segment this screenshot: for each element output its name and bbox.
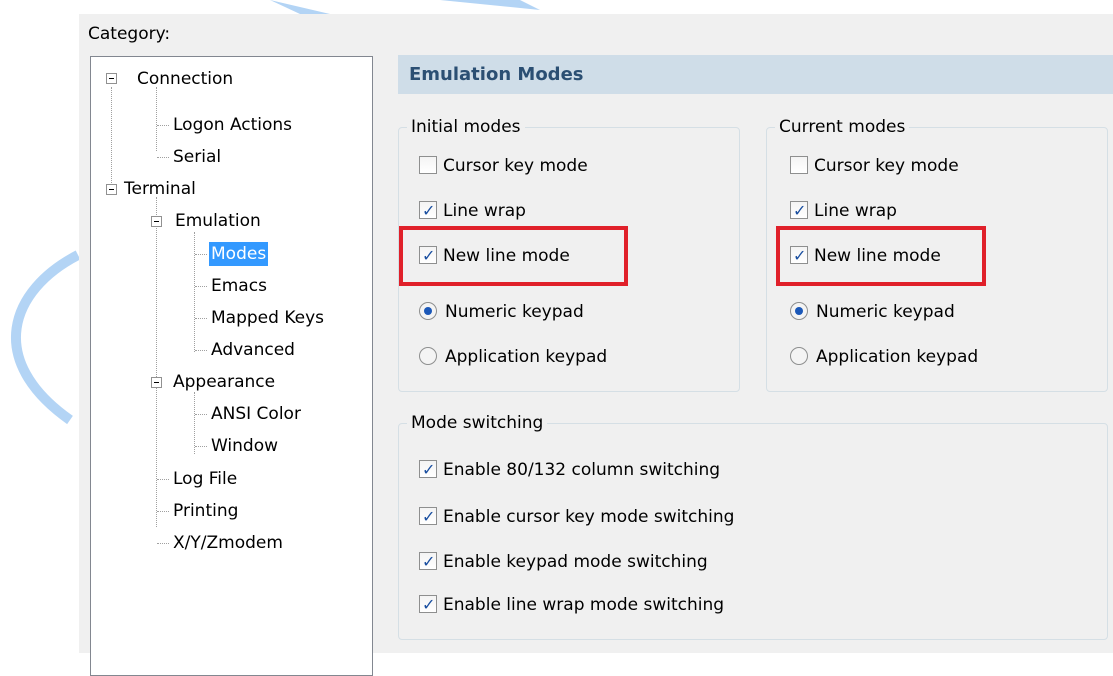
enable-keypad-switching-checkbox[interactable]	[419, 549, 437, 575]
session-options-dialog: Category: Connection Logon Actions Seria…	[79, 14, 1113, 676]
tree-item-modes[interactable]: Modes	[209, 242, 269, 266]
tree-item-log-file[interactable]: Log File	[171, 467, 239, 491]
tree-item-printing[interactable]: Printing	[171, 499, 240, 523]
current-application-keypad[interactable]: Application keypad	[790, 344, 978, 370]
mode-switching-title: Mode switching	[407, 412, 548, 434]
tree-item-logon-actions[interactable]: Logon Actions	[171, 113, 294, 137]
current-application-keypad-radio[interactable]	[790, 347, 808, 365]
current-modes-title: Current modes	[775, 116, 910, 138]
initial-numeric-keypad-radio[interactable]	[419, 302, 437, 320]
tree-item-appearance[interactable]: Appearance	[171, 370, 277, 394]
decorative-stroke	[270, 0, 540, 14]
tree-item-mapped-keys[interactable]: Mapped Keys	[209, 306, 326, 330]
category-tree[interactable]: Connection Logon Actions Serial Terminal…	[90, 56, 373, 676]
current-numeric-keypad[interactable]: Numeric keypad	[790, 299, 955, 325]
tree-item-emacs[interactable]: Emacs	[209, 274, 269, 298]
collapse-connection-icon[interactable]	[106, 73, 117, 84]
current-cursor-key-mode[interactable]: Cursor key mode	[790, 153, 959, 179]
enable-line-wrap-switching[interactable]: Enable line wrap mode switching	[419, 592, 724, 618]
initial-application-keypad-radio[interactable]	[419, 347, 437, 365]
collapse-appearance-icon[interactable]	[151, 377, 162, 388]
tree-item-connection[interactable]: Connection	[135, 67, 235, 91]
enable-line-wrap-switching-checkbox[interactable]	[419, 592, 437, 618]
highlight-current-new-line	[776, 226, 986, 286]
initial-modes-title: Initial modes	[407, 116, 525, 138]
tree-item-serial[interactable]: Serial	[171, 145, 223, 169]
tree-item-emulation[interactable]: Emulation	[173, 209, 263, 233]
tree-item-ansi-color[interactable]: ANSI Color	[209, 402, 303, 426]
enable-column-switching-checkbox[interactable]	[419, 457, 437, 483]
enable-column-switching[interactable]: Enable 80/132 column switching	[419, 457, 720, 483]
initial-line-wrap-checkbox[interactable]	[419, 198, 437, 224]
enable-cursor-key-switching[interactable]: Enable cursor key mode switching	[419, 504, 734, 530]
current-line-wrap-checkbox[interactable]	[790, 198, 808, 224]
section-title: Emulation Modes	[398, 55, 1113, 94]
collapse-emulation-icon[interactable]	[151, 216, 162, 227]
current-line-wrap[interactable]: Line wrap	[790, 198, 897, 224]
mode-switching-group: Mode switching Enable 80/132 column swit…	[398, 412, 1108, 640]
highlight-initial-new-line	[399, 226, 628, 286]
category-label: Category:	[88, 24, 171, 44]
decorative-arc	[10, 250, 80, 425]
tree-item-window[interactable]: Window	[209, 434, 280, 458]
enable-cursor-key-switching-checkbox[interactable]	[419, 504, 437, 530]
current-cursor-key-checkbox[interactable]	[790, 156, 808, 174]
current-numeric-keypad-radio[interactable]	[790, 302, 808, 320]
tree-item-terminal[interactable]: Terminal	[122, 177, 198, 201]
initial-line-wrap[interactable]: Line wrap	[419, 198, 526, 224]
initial-cursor-key-mode[interactable]: Cursor key mode	[419, 153, 588, 179]
enable-keypad-switching[interactable]: Enable keypad mode switching	[419, 549, 708, 575]
initial-cursor-key-checkbox[interactable]	[419, 156, 437, 174]
tree-item-xyzmodem[interactable]: X/Y/Zmodem	[171, 531, 285, 555]
initial-numeric-keypad[interactable]: Numeric keypad	[419, 299, 584, 325]
initial-application-keypad[interactable]: Application keypad	[419, 344, 607, 370]
tree-item-advanced[interactable]: Advanced	[209, 338, 297, 362]
collapse-terminal-icon[interactable]	[106, 184, 117, 195]
